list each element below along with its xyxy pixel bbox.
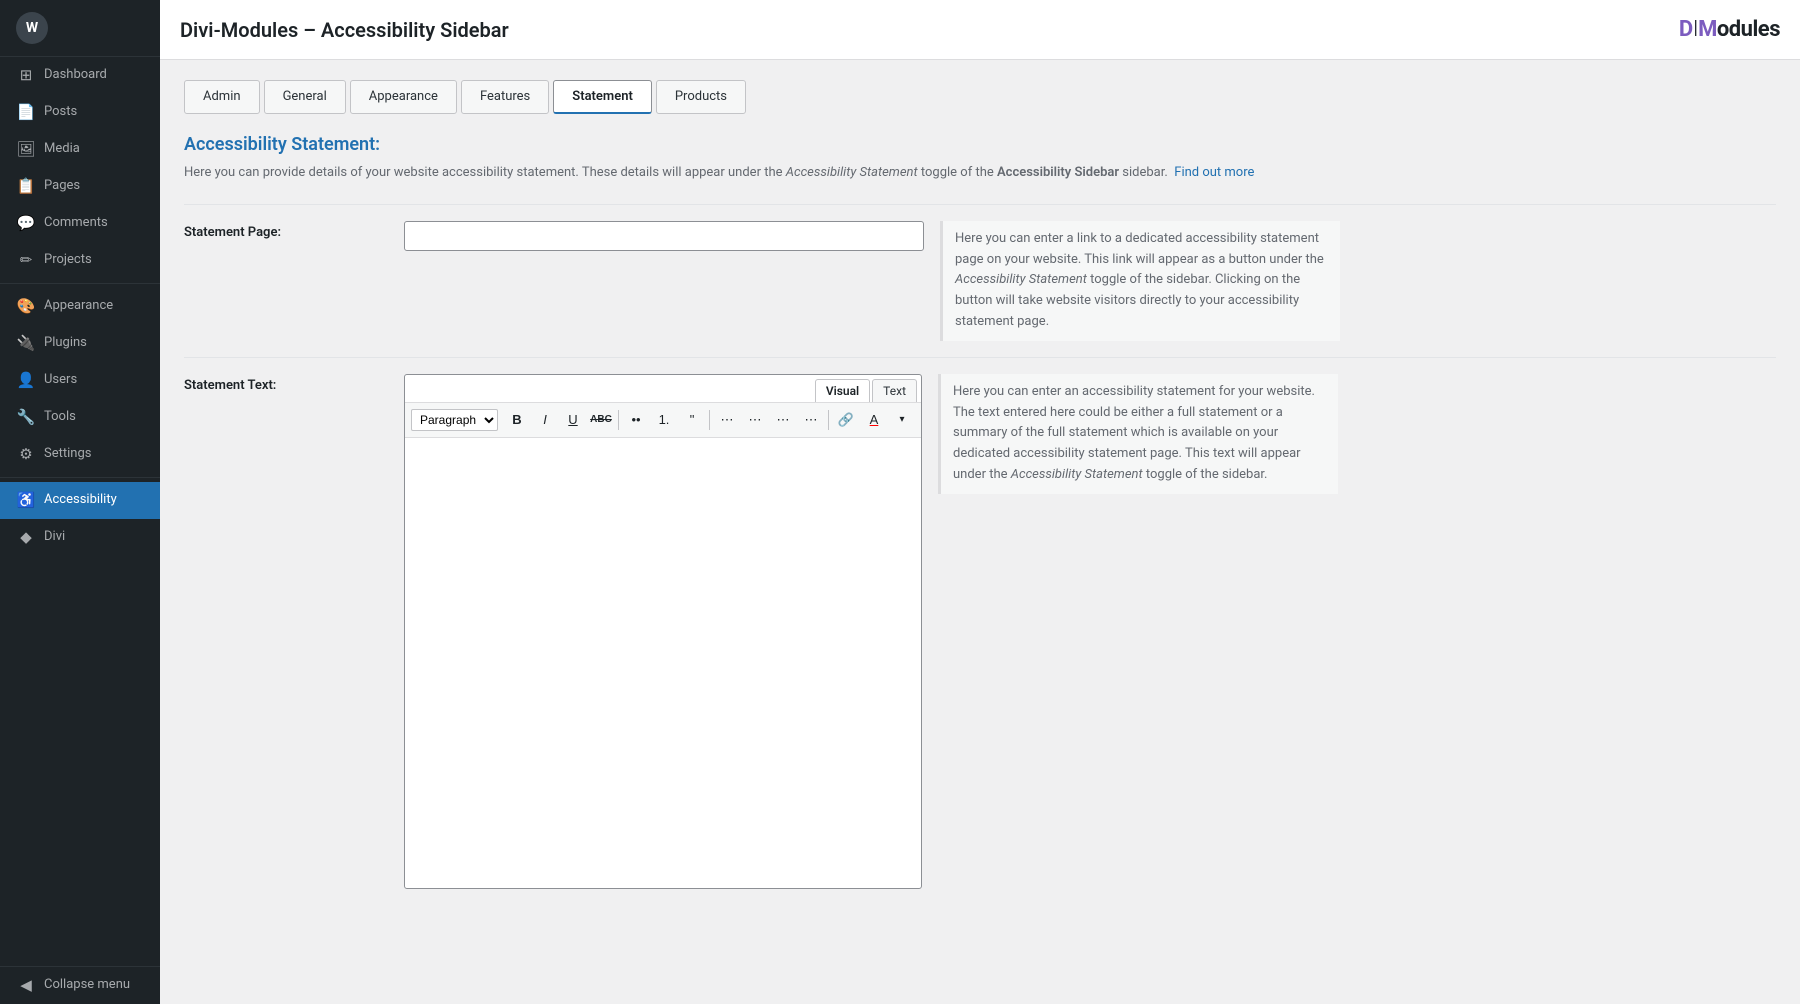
editor-body[interactable] [405,438,921,888]
text-color-dropdown-button[interactable]: ▾ [889,407,915,433]
editor-toolbar: Paragraph Heading 1 Heading 2 B I U ABC … [405,403,921,438]
page-title: Divi-Modules – Accessibility Sidebar [180,18,509,42]
tab-admin[interactable]: Admin [184,80,260,114]
align-right-button[interactable]: ⋯ [770,407,796,433]
sidebar-item-users[interactable]: 👤 Users [0,362,160,399]
bold-button[interactable]: B [504,407,530,433]
sidebar-item-dashboard[interactable]: ⊞ Dashboard [0,57,160,94]
desc-italic1: Accessibility Statement [786,165,918,180]
statement-text-label: Statement Text: [184,374,384,393]
editor-tab-visual[interactable]: Visual [815,379,870,402]
link-button[interactable]: 🔗 [833,407,859,433]
statement-text-hint: Here you can enter an accessibility stat… [938,374,1338,494]
underline-button[interactable]: U [560,407,586,433]
text-color-button[interactable]: A [861,407,887,433]
numbered-list-button[interactable]: 1. [651,407,677,433]
strikethrough-button[interactable]: ABC [588,407,614,433]
collapse-icon: ◀ [16,975,36,996]
wp-logo-icon: W [16,12,48,44]
find-out-more-link[interactable]: Find out more [1174,165,1254,180]
section-heading: Accessibility Statement: [184,134,1776,155]
brand-logo: DIModules [1679,17,1780,42]
statement-page-hint: Here you can enter a link to a dedicated… [940,221,1340,341]
statement-page-label: Statement Page: [184,221,384,240]
settings-icon: ⚙ [16,444,36,465]
content-area: Admin General Appearance Features Statem… [160,60,1800,1004]
sidebar-item-tools[interactable]: 🔧 Tools [0,399,160,436]
section-description: Here you can provide details of your web… [184,163,1776,184]
sidebar-item-comments[interactable]: 💬 Comments [0,205,160,242]
statement-text-input-row: Visual Text Paragraph Heading 1 Heading … [404,374,1776,889]
sidebar-item-posts[interactable]: 📄 Posts [0,94,160,131]
sidebar-logo: W [0,0,160,57]
accessibility-icon: ♿ [16,490,36,511]
tab-statement[interactable]: Statement [553,80,652,114]
desc-middle: toggle of the [918,165,997,180]
desc-bold: Accessibility Sidebar [997,165,1119,180]
comments-icon: 💬 [16,213,36,234]
projects-icon: ✏ [16,250,36,271]
brand-odules: odules [1717,17,1780,42]
divi-icon: ◆ [16,527,36,548]
desc-plain: Here you can provide details of your web… [184,165,786,180]
tools-icon: 🔧 [16,407,36,428]
plugins-icon: 🔌 [16,333,36,354]
tab-appearance[interactable]: Appearance [350,80,457,114]
sidebar-divider-1 [0,283,160,284]
statement-text-row: Statement Text: Visual Text Paragraph [184,357,1776,905]
users-icon: 👤 [16,370,36,391]
topbar: Divi-Modules – Accessibility Sidebar DIM… [160,0,1800,60]
sidebar-item-accessibility[interactable]: ♿ Accessibility [0,482,160,519]
sidebar-divider-2 [0,477,160,478]
sidebar-item-media[interactable]: 🖼 Media [0,131,160,168]
sidebar-item-settings[interactable]: ⚙ Settings [0,436,160,473]
media-icon: 🖼 [16,139,36,160]
tab-products[interactable]: Products [656,80,746,114]
sidebar: W ⊞ Dashboard 📄 Posts 🖼 Media 📋 Pages 💬 … [0,0,160,1004]
toolbar-separator-3 [828,410,829,430]
tab-features[interactable]: Features [461,80,549,114]
tab-bar: Admin General Appearance Features Statem… [184,80,1776,114]
posts-icon: 📄 [16,102,36,123]
editor-tab-text[interactable]: Text [872,379,917,402]
sidebar-item-divi[interactable]: ◆ Divi [0,519,160,556]
appearance-icon: 🎨 [16,296,36,317]
statement-text-field: Visual Text Paragraph Heading 1 Heading … [404,374,1776,889]
pages-icon: 📋 [16,176,36,197]
justify-button[interactable]: ⋯ [798,407,824,433]
statement-page-row: Statement Page: Here you can enter a lin… [184,204,1776,357]
blockquote-button[interactable]: " [679,407,705,433]
editor-tab-bar: Visual Text [405,375,921,403]
bullet-list-button[interactable]: •• [623,407,649,433]
sidebar-item-projects[interactable]: ✏ Projects [0,242,160,279]
sidebar-item-pages[interactable]: 📋 Pages [0,168,160,205]
statement-page-field: Here you can enter a link to a dedicated… [404,221,1776,341]
tab-general[interactable]: General [264,80,346,114]
align-center-button[interactable]: ⋯ [742,407,768,433]
main-content: Divi-Modules – Accessibility Sidebar DIM… [160,0,1800,1004]
sidebar-item-appearance[interactable]: 🎨 Appearance [0,288,160,325]
statement-page-input-row: Here you can enter a link to a dedicated… [404,221,1776,341]
sidebar-item-plugins[interactable]: 🔌 Plugins [0,325,160,362]
paragraph-style-select[interactable]: Paragraph Heading 1 Heading 2 [411,409,498,431]
dashboard-icon: ⊞ [16,65,36,86]
desc-end: sidebar. [1119,165,1168,180]
collapse-menu-button[interactable]: ◀ Collapse menu [0,966,160,1004]
brand-dm: DIM [1679,17,1717,42]
statement-page-input[interactable] [404,221,924,251]
italic-button[interactable]: I [532,407,558,433]
wysiwyg-editor: Visual Text Paragraph Heading 1 Heading … [404,374,922,889]
align-left-button[interactable]: ⋯ [714,407,740,433]
toolbar-separator-1 [618,410,619,430]
toolbar-separator-2 [709,410,710,430]
